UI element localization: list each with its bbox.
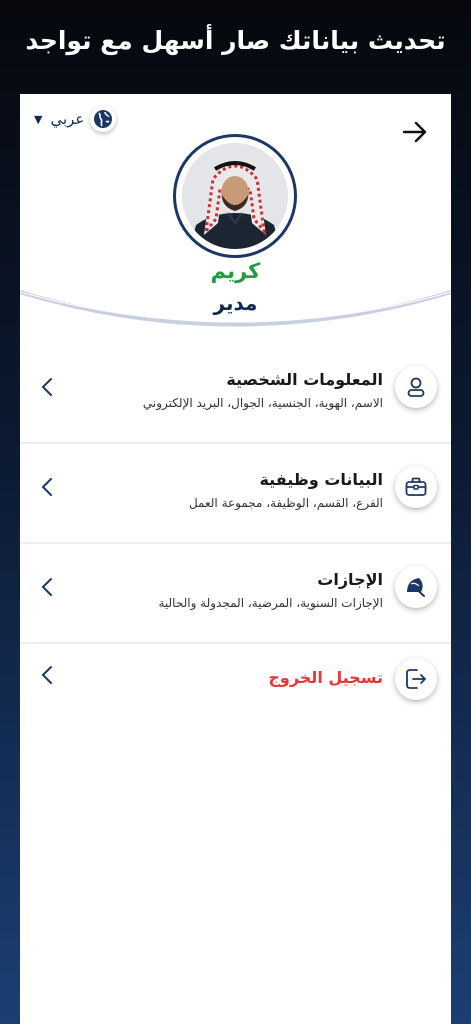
logout-icon [395, 658, 437, 700]
promo-title: تحديث بياناتك صار أسهل مع تواجد [25, 26, 446, 55]
menu-item-subtitle: الفرع، القسم، الوظيفة، مجموعة العمل [188, 496, 383, 510]
person-icon [395, 366, 437, 408]
arrow-right-icon [402, 121, 427, 143]
umbrella-icon [395, 566, 437, 608]
menu-item-subtitle: الإجازات السنوية، المرضية، المجدولة والح… [158, 596, 383, 610]
chevron-left-icon [41, 378, 52, 396]
avatar-frame [173, 134, 297, 258]
menu-item-subtitle: الاسم، الهوية، الجنسية، الجوال، البريد ا… [142, 396, 383, 410]
back-arrow-button[interactable] [401, 118, 429, 146]
menu-item-title: الإجازات [317, 570, 383, 589]
avatar [182, 143, 288, 249]
menu-item-logout[interactable]: تسجيل الخروج [20, 644, 451, 722]
chevron-left-icon [41, 666, 52, 684]
globe-icon [90, 106, 117, 132]
chevron-left-icon [41, 578, 52, 596]
profile-menu: المعلومات الشخصية الاسم، الهوية، الجنسية… [20, 344, 451, 722]
language-selector[interactable]: ▼ عربي [34, 104, 117, 134]
menu-item-personal-info[interactable]: المعلومات الشخصية الاسم، الهوية، الجنسية… [20, 344, 451, 444]
app-screen: ▼ عربي كريم مدير المعلومات الشخصية الاسم… [20, 94, 451, 1024]
profile-header: ▼ عربي كريم مدير [20, 94, 451, 339]
briefcase-icon [395, 466, 437, 508]
user-name: كريم [210, 259, 261, 283]
chevron-left-icon [41, 478, 52, 496]
logout-label: تسجيل الخروج [268, 668, 383, 687]
language-label: عربي [50, 110, 85, 128]
user-role: مدير [213, 291, 258, 315]
menu-item-job-data[interactable]: البيانات وظيفية الفرع، القسم، الوظيفة، م… [20, 444, 451, 544]
menu-item-title: البيانات وظيفية [259, 470, 383, 489]
menu-item-title: المعلومات الشخصية [226, 370, 383, 389]
menu-item-vacations[interactable]: الإجازات الإجازات السنوية، المرضية، المج… [20, 544, 451, 644]
dropdown-caret-icon: ▼ [34, 112, 43, 126]
